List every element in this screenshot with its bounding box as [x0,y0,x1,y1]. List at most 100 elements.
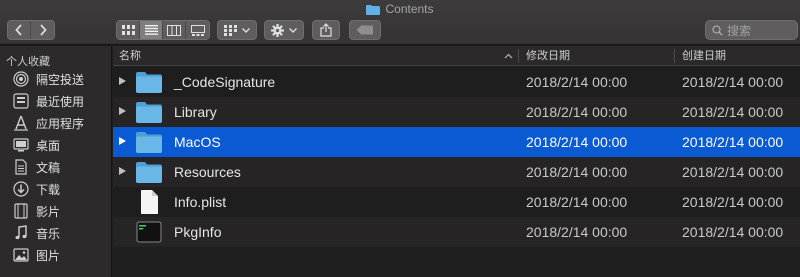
file-row-macos[interactable]: MacOS 2018/2/14 00:00 2018/2/14 00:00 [113,127,800,157]
search-icon [712,24,723,36]
airdrop-icon [12,70,30,88]
folder-icon [136,102,162,123]
toolbar: Contents 搜索 [0,0,800,45]
sidebar-item-movies[interactable]: 影片 [12,200,111,222]
search-placeholder: 搜索 [727,23,752,38]
folder-icon [136,72,162,93]
file-row-library[interactable]: Library 2018/2/14 00:00 2018/2/14 00:00 [113,97,800,127]
gallery-view-button[interactable] [186,21,209,39]
file-name: Resources [174,164,241,180]
column-divider[interactable] [518,49,519,63]
disclosure-triangle-icon[interactable] [119,167,126,175]
column-view-icon [167,24,181,36]
sidebar-item-pictures[interactable]: 图片 [12,244,111,266]
sidebar-section-favorites: 个人收藏 [6,56,50,68]
desktop-icon [12,136,30,154]
list-view-icon [144,25,158,35]
forward-button[interactable] [31,21,54,39]
pictures-icon [12,246,30,264]
column-view-button[interactable] [163,21,186,39]
sort-chevron-up-icon [504,53,513,59]
sidebar-item-documents[interactable]: 文稿 [12,156,111,178]
share-button[interactable] [312,20,340,40]
sidebar-item-label: 文稿 [36,160,61,175]
sidebar-item-label: 影片 [36,204,61,219]
navigation-buttons [7,20,55,40]
file-list: _CodeSignature 2018/2/14 00:00 2018/2/14… [113,67,800,277]
sidebar-item-airdrop[interactable]: 隔空投送 [12,68,111,90]
window-title-text: Contents [385,2,434,16]
gallery-view-icon [190,24,205,36]
chevron-right-icon [39,24,47,36]
back-button[interactable] [8,21,31,39]
downloads-icon [12,180,30,198]
window-title: Contents [0,2,800,16]
music-icon [12,224,30,242]
disclosure-triangle-icon[interactable] [119,137,126,145]
sidebar-item-downloads[interactable]: 下载 [12,178,111,200]
documents-icon [12,158,30,176]
chevron-down-icon [242,27,250,33]
grid-group-icon [224,24,237,36]
sidebar-item-label: 最近使用 [36,94,85,109]
sidebar: 个人收藏 隔空投送 最近使用 应用程序 桌面 文稿 下载 影片 音乐 图片 [0,46,112,277]
column-header-modified[interactable]: 修改日期 [526,46,570,66]
column-header-name[interactable]: 名称 [119,46,141,66]
sidebar-item-music[interactable]: 音乐 [12,222,111,244]
view-mode-switcher [116,20,210,40]
modified-date: 2018/2/14 00:00 [526,164,628,180]
modified-date: 2018/2/14 00:00 [526,134,628,150]
created-date: 2018/2/14 00:00 [682,164,784,180]
sidebar-item-label: 桌面 [36,138,61,153]
file-name: Info.plist [174,194,227,210]
chevron-down-icon [289,27,297,33]
column-header-created[interactable]: 创建日期 [682,46,726,66]
movies-icon [12,202,30,220]
sidebar-item-label: 应用程序 [36,116,85,131]
edit-tags-button[interactable] [349,20,381,40]
modified-date: 2018/2/14 00:00 [526,194,628,210]
sidebar-item-label: 隔空投送 [36,72,85,87]
tag-icon [356,25,373,35]
file-row-codesignature[interactable]: _CodeSignature 2018/2/14 00:00 2018/2/14… [113,67,800,97]
chevron-left-icon [15,24,22,36]
column-divider[interactable] [674,49,675,63]
share-icon [320,23,332,37]
folder-icon [366,5,381,15]
file-name: PkgInfo [174,224,222,240]
group-by-button[interactable] [217,20,257,40]
modified-date: 2018/2/14 00:00 [526,74,628,90]
recents-icon [12,92,30,110]
folder-icon [136,132,162,153]
search-field[interactable]: 搜索 [705,20,798,40]
file-row-info-plist[interactable]: Info.plist 2018/2/14 00:00 2018/2/14 00:… [113,187,800,217]
icon-view-button[interactable] [117,21,140,39]
sidebar-item-applications[interactable]: 应用程序 [12,112,111,134]
sidebar-item-label: 音乐 [36,226,61,241]
sidebar-item-label: 图片 [36,248,61,263]
sidebar-item-recents[interactable]: 最近使用 [12,90,111,112]
file-row-pkginfo[interactable]: PkgInfo 2018/2/14 00:00 2018/2/14 00:00 [113,217,800,247]
sidebar-item-label: 下载 [36,182,61,197]
created-date: 2018/2/14 00:00 [682,74,784,90]
created-date: 2018/2/14 00:00 [682,134,784,150]
list-header: 名称 修改日期 创建日期 [113,46,800,66]
created-date: 2018/2/14 00:00 [682,104,784,120]
modified-date: 2018/2/14 00:00 [526,224,628,240]
list-view-button[interactable] [140,21,163,39]
disclosure-triangle-icon[interactable] [119,107,126,115]
modified-date: 2018/2/14 00:00 [526,104,628,120]
file-name: _CodeSignature [174,74,276,90]
disclosure-triangle-icon[interactable] [119,77,126,85]
file-row-resources[interactable]: Resources 2018/2/14 00:00 2018/2/14 00:0… [113,157,800,187]
terminal-executable-icon [136,221,162,243]
file-name: MacOS [174,134,221,150]
created-date: 2018/2/14 00:00 [682,224,784,240]
created-date: 2018/2/14 00:00 [682,194,784,210]
document-icon [141,190,158,214]
icon-view-icon [121,24,135,35]
sidebar-item-desktop[interactable]: 桌面 [12,134,111,156]
action-button[interactable] [264,20,304,40]
folder-icon [136,162,162,183]
file-name: Library [174,104,217,120]
